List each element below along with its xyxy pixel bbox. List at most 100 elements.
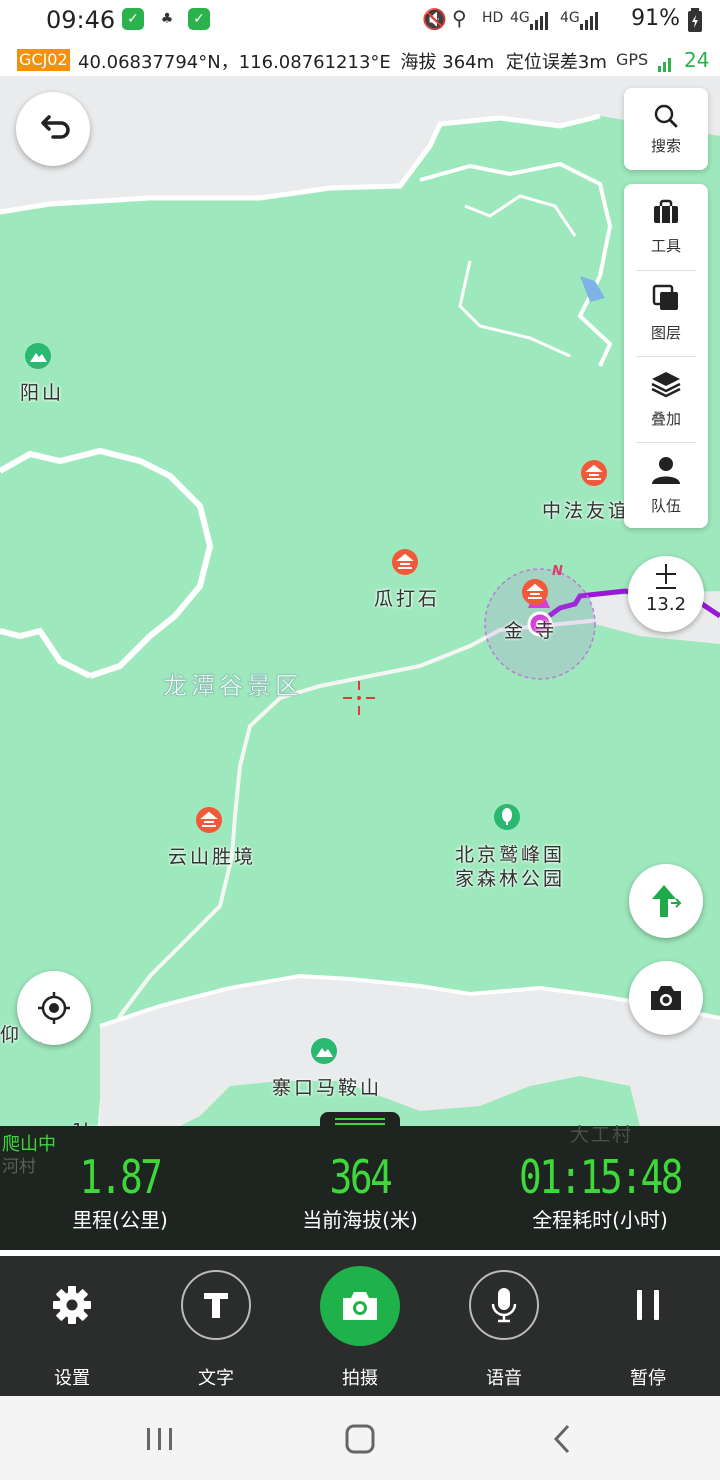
app-notification-icon: ✓ <box>122 8 144 30</box>
locate-me-button[interactable] <box>17 971 91 1045</box>
forest-poi-icon[interactable] <box>492 803 522 833</box>
pause-icon-wrap <box>613 1270 683 1340</box>
text-t-icon <box>204 1293 228 1318</box>
gear-icon <box>53 1286 91 1324</box>
bottom-toolbar: 设置 文字 拍摄 语音 暂停 <box>0 1256 720 1396</box>
team-button[interactable]: 队伍 <box>624 442 708 528</box>
voice-icon-wrap <box>469 1270 539 1340</box>
gps-label: GPS <box>616 50 649 69</box>
camera-icon <box>651 986 681 1010</box>
microphone-icon <box>491 1288 517 1323</box>
location-icon: ⚲ <box>452 6 467 30</box>
layers-button[interactable]: 图层 <box>624 270 708 356</box>
mountain-poi-icon[interactable] <box>23 342 53 372</box>
battery-icon <box>688 8 702 32</box>
tools-button[interactable]: 工具 <box>624 184 708 270</box>
search-label: 搜索 <box>650 136 681 155</box>
text-icon-wrap <box>181 1270 251 1340</box>
coord-system-badge[interactable]: GCJ02 <box>17 49 70 71</box>
map-background <box>0 76 720 1126</box>
poi-label-yunshan[interactable]: 云山胜境 <box>168 842 256 869</box>
recent-apps-icon[interactable] <box>144 1426 176 1452</box>
poi-label-guadashi[interactable]: 瓜打石 <box>374 584 440 611</box>
status-time: 09:46 <box>46 6 116 34</box>
overlay-label: 叠加 <box>650 409 681 428</box>
altitude-label: 当前海拔(米) <box>302 1208 418 1232</box>
map-view[interactable]: 阳山 中法友谊 瓜打石 金 寺 N 龙潭谷景区 云山胜境 北京鹫峰国 家森林公园… <box>0 76 720 1126</box>
text-note-button[interactable]: 文字 <box>144 1256 288 1390</box>
zoom-plus-minus-icon <box>656 564 676 589</box>
mute-icon: 🔇 <box>422 7 447 31</box>
poi-label-park-line2[interactable]: 家森林公园 <box>455 864 565 891</box>
settings-button[interactable]: 设置 <box>0 1256 144 1390</box>
altitude-readout: 海拔 364m <box>400 52 495 73</box>
zoom-level-button[interactable]: 13.2 <box>628 556 704 632</box>
poi-label-zhongfa[interactable]: 中法友谊 <box>542 496 630 523</box>
poi-label-park-line1[interactable]: 北京鹫峰国 <box>455 840 565 867</box>
track-stats-panel: 爬山中 河村 大工村 1.87 里程(公里) 364 当前海拔(米) 01:15… <box>0 1124 720 1250</box>
hd-badge: HD <box>482 10 504 26</box>
navigation-arrow-icon <box>652 885 682 917</box>
back-arrow-icon <box>41 115 70 139</box>
team-label: 队伍 <box>650 496 681 515</box>
settings-icon-wrap <box>37 1270 107 1340</box>
location-text: 40.06837794°N，116.08761213°E 海拔 364m 定位误… <box>78 48 607 74</box>
pause-button[interactable]: 暂停 <box>576 1256 720 1390</box>
app-notification-icon-2: ✓ <box>188 8 210 30</box>
pause-label: 暂停 <box>630 1368 666 1389</box>
tools-label: 工具 <box>650 236 681 255</box>
voice-label: 语音 <box>486 1368 522 1389</box>
system-nav-bar <box>0 1396 720 1480</box>
coordinates: 40.06837794°N，116.08761213°E <box>78 52 391 73</box>
altitude-stat: 364 当前海拔(米) <box>240 1126 480 1233</box>
mountain-poi-icon[interactable] <box>309 1037 339 1067</box>
poi-label-jinshansi[interactable]: 金 寺 <box>504 616 557 643</box>
temple-poi-icon[interactable] <box>520 578 550 608</box>
photo-icon-wrap <box>320 1266 400 1346</box>
temple-poi-icon[interactable] <box>579 459 609 489</box>
overlay-stack-icon <box>651 371 681 397</box>
layers-icon <box>652 284 678 310</box>
team-person-icon <box>652 456 680 484</box>
signal-icon-2 <box>580 12 598 30</box>
home-icon[interactable] <box>344 1424 376 1454</box>
locate-target-icon <box>38 992 70 1024</box>
battery-percent: 91% <box>631 6 680 31</box>
poi-label-yangshan[interactable]: 阳山 <box>20 378 64 405</box>
altitude-value: 364 <box>329 1150 393 1204</box>
distance-value: 1.87 <box>79 1150 162 1204</box>
network-4g-badge-2: 4G <box>560 10 580 26</box>
accuracy-readout: 定位误差3m <box>505 52 607 73</box>
layers-label: 图层 <box>650 323 681 342</box>
hiking-notification-icon: ♣ <box>160 11 174 27</box>
photo-label: 拍摄 <box>342 1368 378 1389</box>
temple-poi-icon[interactable] <box>390 548 420 578</box>
location-info-bar: GCJ02 40.06837794°N，116.08761213°E 海拔 36… <box>0 44 720 76</box>
status-bar: 09:46 ✓ ♣ ✓ 🔇 ⚲ HD 4G 4G 91% <box>0 0 720 42</box>
voice-note-button[interactable]: 语音 <box>432 1256 576 1390</box>
search-icon <box>654 104 678 127</box>
duration-value: 01:15:48 <box>518 1150 683 1204</box>
region-label: 龙潭谷景区 <box>163 672 303 701</box>
duration-label: 全程耗时(小时) <box>532 1208 668 1232</box>
network-4g-badge: 4G <box>510 10 530 26</box>
back-nav-icon[interactable] <box>550 1424 574 1454</box>
photo-button[interactable]: 拍摄 <box>288 1256 432 1390</box>
distance-label: 里程(公里) <box>72 1208 168 1232</box>
distance-stat: 1.87 里程(公里) <box>0 1126 240 1233</box>
gps-satellite-count: 24 <box>684 48 710 72</box>
temple-poi-icon[interactable] <box>194 806 224 836</box>
back-button[interactable] <box>16 92 90 166</box>
compass-north-label: N <box>552 564 563 579</box>
poi-label-zhaikou[interactable]: 寨口马鞍山 <box>272 1073 382 1100</box>
overlay-button[interactable]: 叠加 <box>624 356 708 442</box>
navigation-button[interactable] <box>629 864 703 938</box>
camera-icon <box>343 1292 377 1320</box>
search-button[interactable]: 搜索 <box>624 88 708 170</box>
signal-icon <box>530 12 548 30</box>
map-tools-panel: 工具 图层 叠加 队伍 <box>624 184 708 528</box>
gps-signal-icon <box>658 53 673 72</box>
map-camera-button[interactable] <box>629 961 703 1035</box>
zoom-level-value: 13.2 <box>645 594 687 615</box>
duration-stat: 01:15:48 全程耗时(小时) <box>480 1126 720 1233</box>
